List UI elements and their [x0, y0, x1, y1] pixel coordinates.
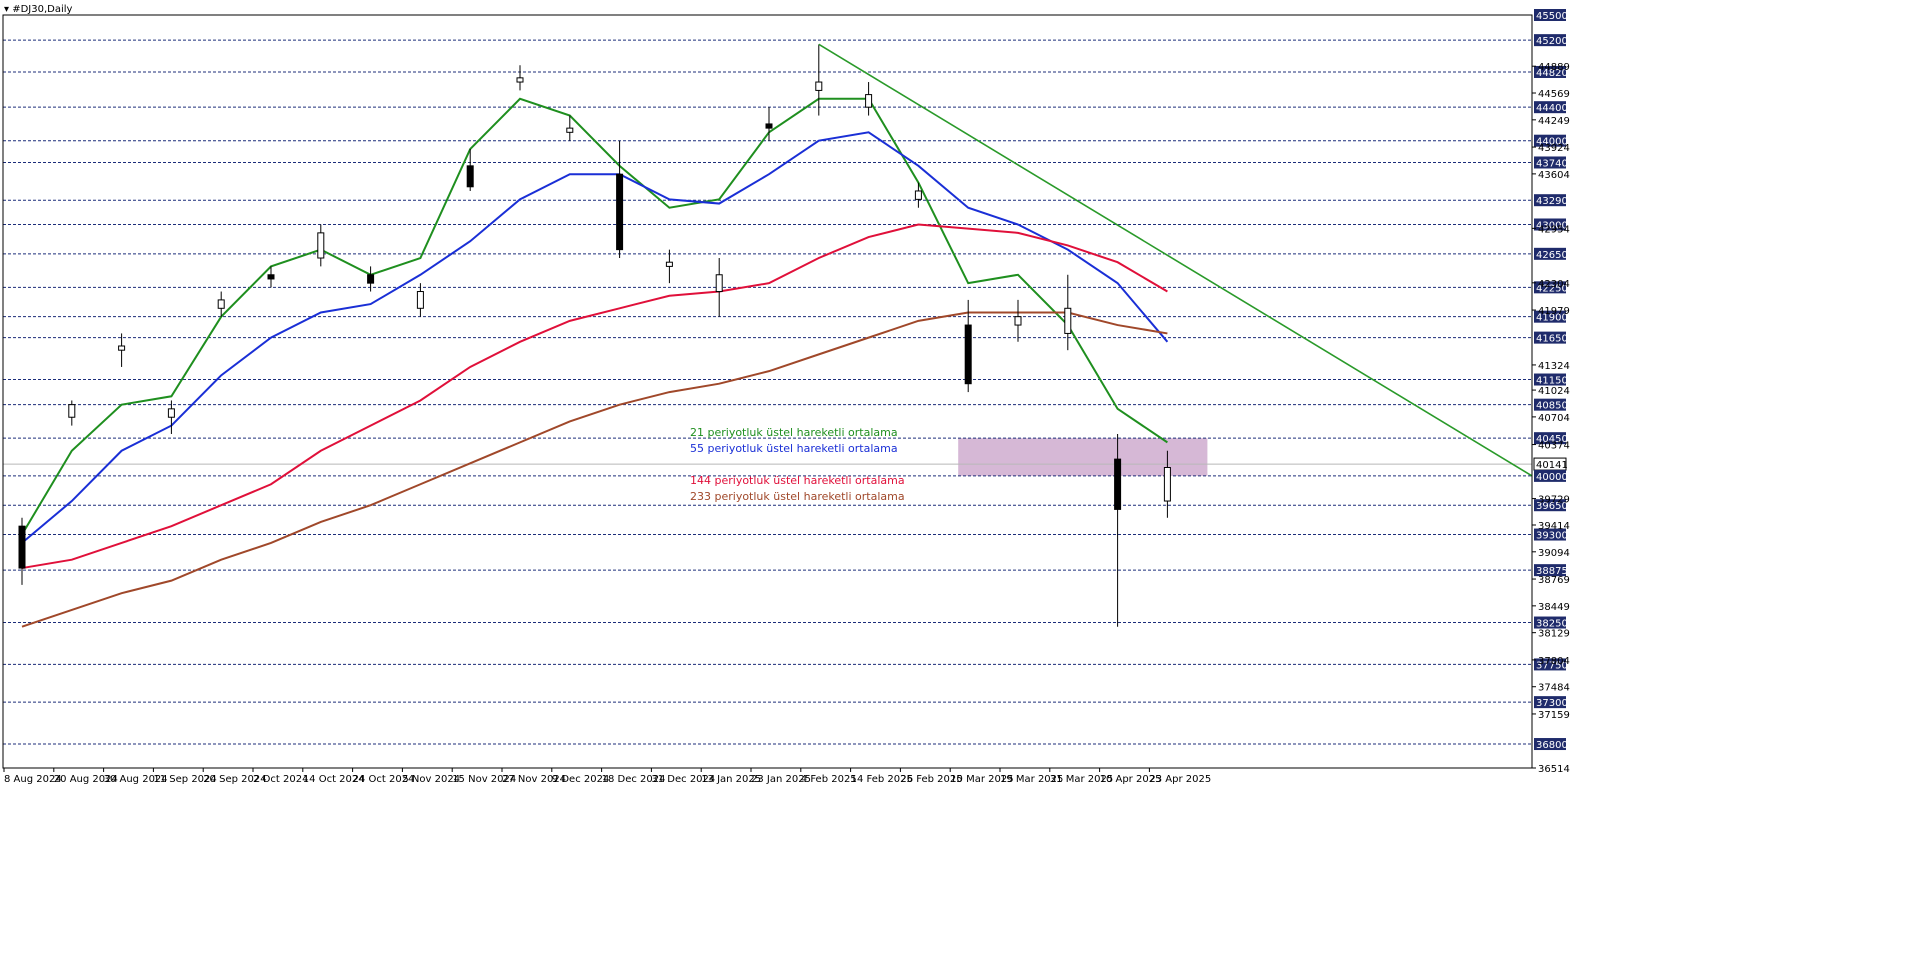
legend-ema233: 233 periyotluk üstel hareketli ortalama [690, 490, 905, 503]
level-label: 37300 [1536, 698, 1568, 709]
y-tick-label: 44249 [1538, 116, 1570, 127]
candle-body [665, 261, 673, 267]
candle-body [815, 81, 823, 91]
level-label: 36800 [1536, 740, 1568, 751]
level-label: 41150 [1536, 376, 1568, 387]
level-label: 39300 [1536, 531, 1568, 542]
y-tick-label: 38129 [1538, 629, 1570, 640]
level-label: 44400 [1536, 103, 1568, 114]
trendline[interactable] [818, 43, 1533, 477]
candle-body [217, 299, 225, 309]
symbol-label: ▾ #DJ30,Daily [4, 4, 72, 15]
level-label: 43290 [1536, 196, 1568, 207]
y-tick-label: 41979 [1538, 306, 1570, 317]
candle-body [167, 408, 175, 418]
y-tick-label: 39729 [1538, 495, 1570, 506]
candle-body [466, 165, 474, 188]
candle-body [1163, 467, 1171, 502]
candles [18, 44, 1171, 627]
x-tick-label: 23 Apr 2025 [1149, 774, 1211, 785]
y-tick-label: 38769 [1538, 575, 1570, 586]
candle-body [964, 324, 972, 385]
candle-body [566, 127, 574, 133]
candle-body [317, 232, 325, 259]
level-label: 45500 [1536, 11, 1568, 22]
candle-body [865, 94, 873, 108]
y-tick-label: 39094 [1538, 548, 1570, 559]
candle-body [715, 274, 723, 293]
level-label: 40850 [1536, 401, 1568, 412]
y-tick-label: 37159 [1538, 710, 1570, 721]
y-tick-label: 38449 [1538, 602, 1570, 613]
y-tick-label: 40374 [1538, 441, 1570, 452]
candle-body [516, 77, 524, 83]
y-tick-label: 44569 [1538, 89, 1570, 100]
ema144-line [21, 223, 1168, 570]
level-label: 45200 [1536, 36, 1568, 47]
y-tick-label: 39414 [1538, 521, 1570, 532]
chart-container: 21 periyotluk üstel hareketli ortalama 55… [0, 0, 1916, 963]
candle-body [68, 404, 76, 418]
y-tick-label: 41324 [1538, 361, 1570, 372]
candle-body [18, 525, 26, 569]
candle-body [1114, 458, 1122, 510]
y-tick-label: 41024 [1538, 386, 1570, 397]
level-label: 42650 [1536, 250, 1568, 261]
candle-body [416, 291, 424, 309]
y-tick-label: 37484 [1538, 683, 1570, 694]
y-tick-label: 42954 [1538, 224, 1570, 235]
legend-ema21: 21 periyotluk üstel hareketli ortalama [690, 426, 898, 439]
candle-body [616, 173, 624, 251]
dropdown-triangle-icon[interactable]: ▾ [4, 4, 9, 15]
candle-body [1064, 307, 1072, 334]
candle-body [914, 190, 922, 200]
y-tick-label: 36514 [1538, 764, 1570, 775]
y-tick-label: 37804 [1538, 656, 1570, 667]
legend-ema144: 144 periyotluk üstel hareketli ortalama [690, 474, 905, 487]
y-tick-label: 40704 [1538, 413, 1570, 424]
symbol-name: #DJ30,Daily [12, 4, 73, 15]
trendline-layer[interactable] [818, 43, 1533, 477]
x-tick-label: 2 Oct 2024 [253, 774, 308, 785]
level-label: 41650 [1536, 334, 1568, 345]
candle-body [367, 274, 375, 284]
y-tick-label: 43924 [1538, 143, 1570, 154]
candle-body [1014, 316, 1022, 326]
level-label: 40141 [1536, 460, 1568, 471]
level-label: 40000 [1536, 472, 1568, 483]
legend-ema55: 55 periyotluk üstel hareketli ortalama [690, 442, 898, 455]
price-chart: 21 periyotluk üstel hareketli ortalama 55… [2, 9, 1570, 785]
candle-body [267, 274, 275, 280]
moving-average-lines [21, 97, 1169, 628]
y-tick-label: 43604 [1538, 170, 1570, 181]
y-tick-label: 42304 [1538, 279, 1570, 290]
candle-body [765, 123, 773, 129]
candle-body [118, 345, 126, 351]
level-label: 43740 [1536, 158, 1568, 169]
axes: 4550045200448204440044000437404329043000… [2, 9, 1570, 785]
y-tick-label: 44889 [1538, 62, 1570, 73]
x-tick-label: 4 Feb 2025 [801, 774, 857, 785]
